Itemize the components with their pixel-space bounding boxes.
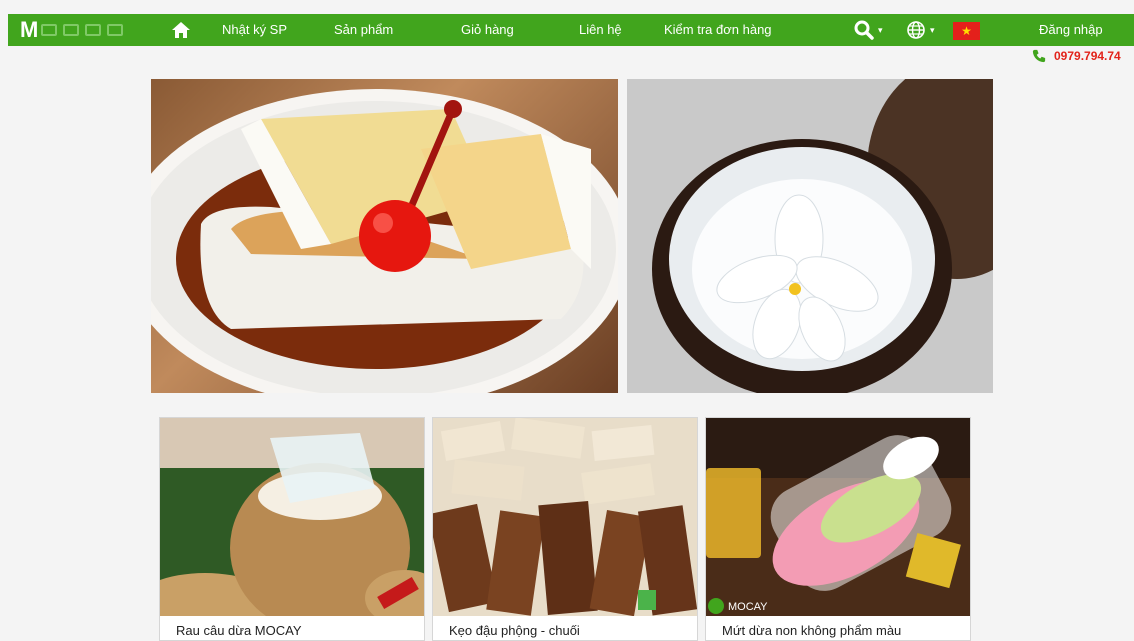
search-toggle[interactable]: ▾ (854, 20, 883, 40)
search-icon (854, 20, 874, 40)
chevron-down-icon: ▾ (930, 24, 935, 35)
product-image-coconut-jelly[interactable] (160, 418, 424, 616)
hero-image-coconut[interactable] (627, 79, 993, 393)
product-title[interactable]: Kẹo đậu phộng - chuối (449, 623, 580, 638)
nav-item-order-check[interactable]: Kiểm tra đơn hàng (664, 14, 772, 46)
nav-item-products[interactable]: Sản phẩm (334, 14, 393, 46)
flan-illustration (151, 89, 618, 393)
brand-logo[interactable]: M (20, 17, 124, 42)
product-image-coconut-jam[interactable]: MOCAY (706, 418, 970, 616)
coconut-jam-illustration: MOCAY (706, 418, 970, 616)
top-navbar: M Nhật ký SP Sản phẩm Giỏ hàng Liên hệ K… (8, 14, 1134, 46)
mocay-watermark: MOCAY (728, 601, 768, 613)
nav-item-contact[interactable]: Liên hệ (579, 14, 622, 46)
product-image-peanut-candy[interactable] (433, 418, 697, 616)
logo-letter: M (20, 17, 38, 42)
product-card[interactable]: MOCAY Mứt dừa non không phẩm màu (705, 417, 971, 641)
contact-phone[interactable]: 0979.794.74 (1032, 48, 1121, 64)
flag-star-icon: ★ (961, 24, 972, 38)
product-card[interactable]: Rau câu dừa MOCAY (159, 417, 425, 641)
home-icon[interactable] (170, 20, 192, 40)
language-toggle[interactable]: ▾ (906, 20, 935, 40)
coconut-jelly-illustration (160, 418, 424, 616)
login-link[interactable]: Đăng nhập (1039, 14, 1103, 46)
logo-wordmark (41, 24, 124, 36)
chevron-down-icon: ▾ (878, 24, 883, 35)
globe-icon (907, 21, 925, 39)
coconut-illustration (627, 79, 993, 393)
product-title[interactable]: Rau câu dừa MOCAY (176, 623, 302, 638)
product-card[interactable]: Kẹo đậu phộng - chuối (432, 417, 698, 641)
peanut-candy-illustration (433, 418, 697, 616)
phone-number: 0979.794.74 (1054, 49, 1121, 63)
nav-item-product-journal[interactable]: Nhật ký SP (222, 14, 287, 46)
product-title[interactable]: Mứt dừa non không phẩm màu (722, 623, 901, 638)
hero-image-flan[interactable] (151, 79, 618, 393)
phone-icon (1032, 49, 1046, 63)
nav-item-cart[interactable]: Giỏ hàng (461, 14, 514, 46)
vietnam-flag[interactable]: ★ (953, 22, 980, 40)
